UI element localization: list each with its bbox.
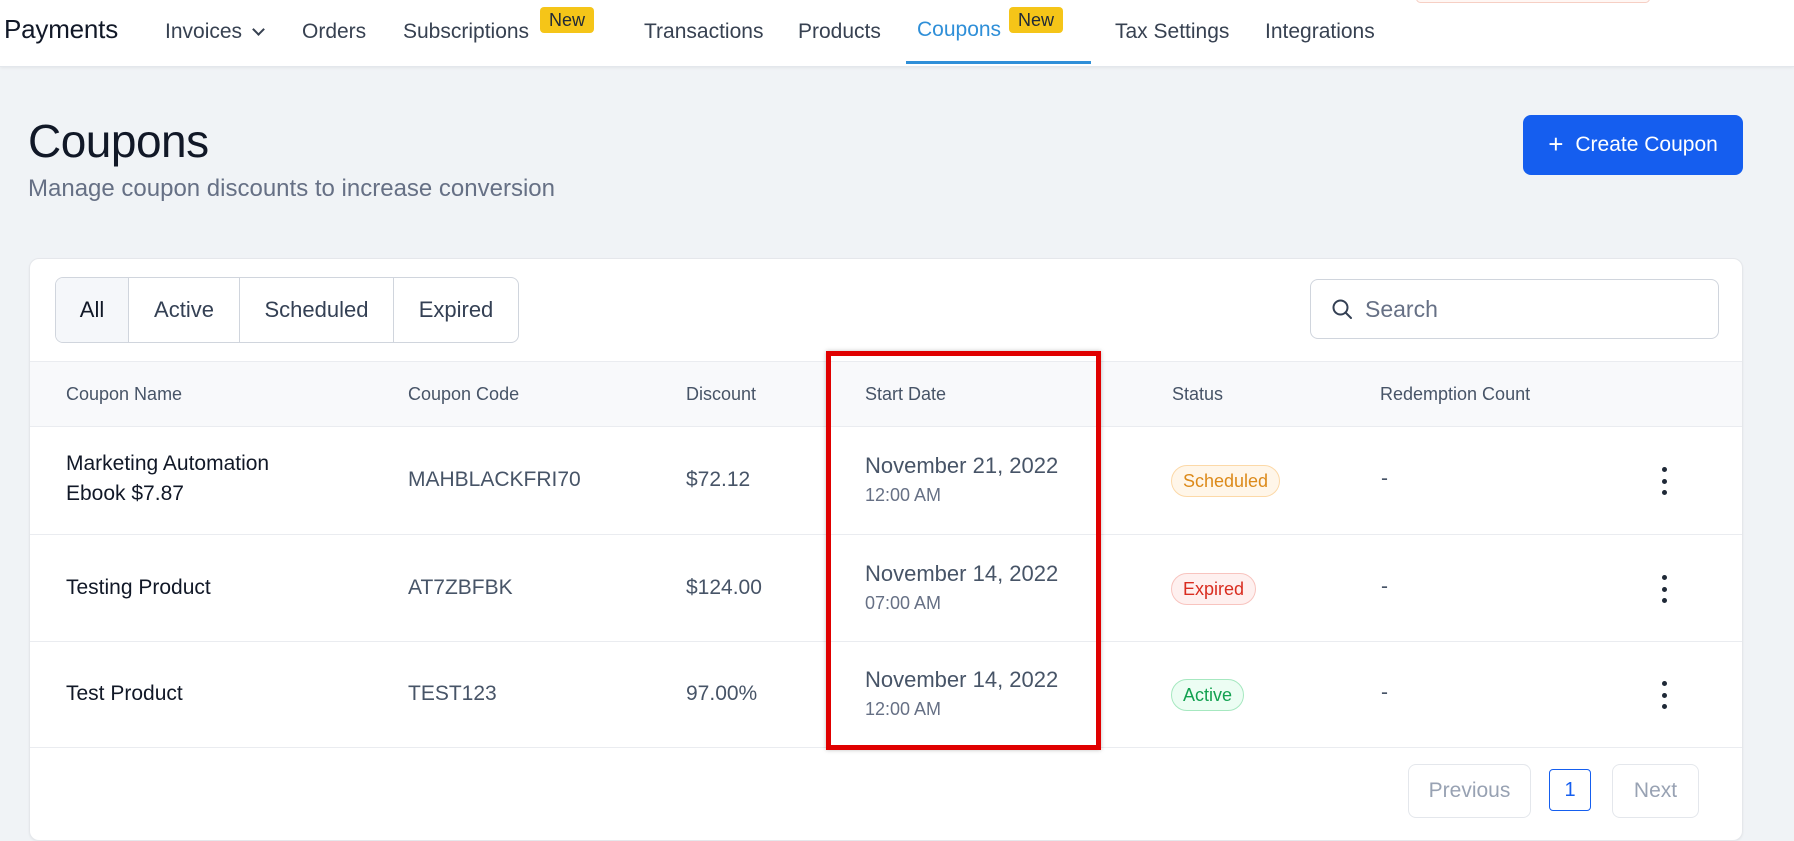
column-header-coupon-name[interactable]: Coupon Name xyxy=(66,384,182,405)
filter-tab-scheduled[interactable]: Scheduled xyxy=(240,278,394,342)
start-time: 12:00 AM xyxy=(865,699,942,719)
nav-item-tax-settings[interactable]: Tax Settings xyxy=(1115,20,1229,44)
new-badge: New xyxy=(540,7,595,33)
column-header-coupon-code[interactable]: Coupon Code xyxy=(408,384,519,405)
create-coupon-label: Create Coupon xyxy=(1575,133,1718,156)
filter-tab-expired[interactable]: Expired xyxy=(394,278,518,342)
search-icon xyxy=(1332,299,1352,319)
coupon-name: Testing Product xyxy=(66,576,211,599)
start-time: 07:00 AM xyxy=(865,593,942,613)
search-input[interactable] xyxy=(1365,295,1705,323)
create-coupon-button[interactable]: + Create Coupon xyxy=(1523,115,1743,175)
page-title: Coupons xyxy=(28,115,209,167)
chevron-down-icon xyxy=(252,23,265,36)
next-page-button[interactable]: Next xyxy=(1612,764,1699,818)
column-header-status[interactable]: Status xyxy=(1172,384,1223,405)
table-header: Coupon Name Coupon Code Discount Start D… xyxy=(30,361,1742,427)
nav-item-transactions[interactable]: Transactions xyxy=(644,20,763,44)
nav-item-integrations[interactable]: Integrations xyxy=(1265,20,1375,44)
coupon-code: AT7ZBFBK xyxy=(408,576,513,599)
coupon-discount: $72.12 xyxy=(686,468,751,491)
top-notice-pill xyxy=(1416,0,1650,3)
top-navigation: Payments Invoices Orders Subscriptions N… xyxy=(0,0,1794,67)
filter-tab-all[interactable]: All xyxy=(56,278,129,342)
search-box[interactable] xyxy=(1310,279,1719,339)
row-menu-icon[interactable] xyxy=(1658,575,1670,603)
coupon-discount: 97.00% xyxy=(686,682,758,705)
filter-tab-active[interactable]: Active xyxy=(129,278,240,342)
start-time: 12:00 AM xyxy=(865,485,942,505)
column-header-discount[interactable]: Discount xyxy=(686,384,756,405)
plus-icon: + xyxy=(1548,128,1564,159)
status-badge: Active xyxy=(1171,679,1245,711)
nav-item-label: Invoices xyxy=(165,20,243,43)
row-menu-icon[interactable] xyxy=(1658,681,1670,709)
coupon-name: Marketing Automation Ebook $7.87 xyxy=(66,449,269,509)
redemption-count: - xyxy=(1381,467,1388,490)
coupon-name-line: Marketing Automation xyxy=(66,452,270,475)
start-date: November 21, 2022 xyxy=(865,453,1059,478)
previous-page-button[interactable]: Previous xyxy=(1408,764,1531,818)
column-header-start-date[interactable]: Start Date xyxy=(865,384,946,405)
coupon-discount: $124.00 xyxy=(686,576,762,599)
app-title: Payments xyxy=(4,14,119,44)
page-number-button[interactable]: 1 xyxy=(1549,769,1591,811)
nav-item-subscriptions[interactable]: Subscriptions xyxy=(403,20,529,44)
coupon-name: Test Product xyxy=(66,682,183,705)
status-badge: Expired xyxy=(1171,573,1257,605)
coupons-card: All Active Scheduled Expired Coupon Name… xyxy=(29,258,1743,841)
redemption-count: - xyxy=(1381,575,1388,598)
row-menu-icon[interactable] xyxy=(1658,467,1670,495)
table-row[interactable]: Testing Product AT7ZBFBK $124.00 Novembe… xyxy=(30,535,1742,642)
nav-item-products[interactable]: Products xyxy=(798,20,881,44)
active-tab-indicator xyxy=(906,61,1091,64)
new-badge: New xyxy=(1009,7,1064,33)
redemption-count: - xyxy=(1381,681,1388,704)
page-subtitle: Manage coupon discounts to increase conv… xyxy=(28,175,555,202)
coupon-name-line: Ebook $7.87 xyxy=(66,482,184,505)
nav-item-invoices[interactable]: Invoices xyxy=(165,20,265,44)
status-badge: Scheduled xyxy=(1171,465,1281,497)
start-date: November 14, 2022 xyxy=(865,561,1059,586)
nav-item-coupons[interactable]: Coupons xyxy=(917,18,1001,42)
coupon-code: MAHBLACKFRI70 xyxy=(408,468,581,491)
coupon-code: TEST123 xyxy=(408,682,497,705)
table-row[interactable]: Marketing Automation Ebook $7.87 MAHBLAC… xyxy=(30,427,1742,535)
column-header-redemption-count[interactable]: Redemption Count xyxy=(1380,384,1530,405)
status-filter-tabs: All Active Scheduled Expired xyxy=(55,277,519,343)
start-date: November 14, 2022 xyxy=(865,667,1059,692)
table-row[interactable]: Test Product TEST123 97.00% November 14,… xyxy=(30,642,1742,748)
nav-item-orders[interactable]: Orders xyxy=(302,20,366,44)
